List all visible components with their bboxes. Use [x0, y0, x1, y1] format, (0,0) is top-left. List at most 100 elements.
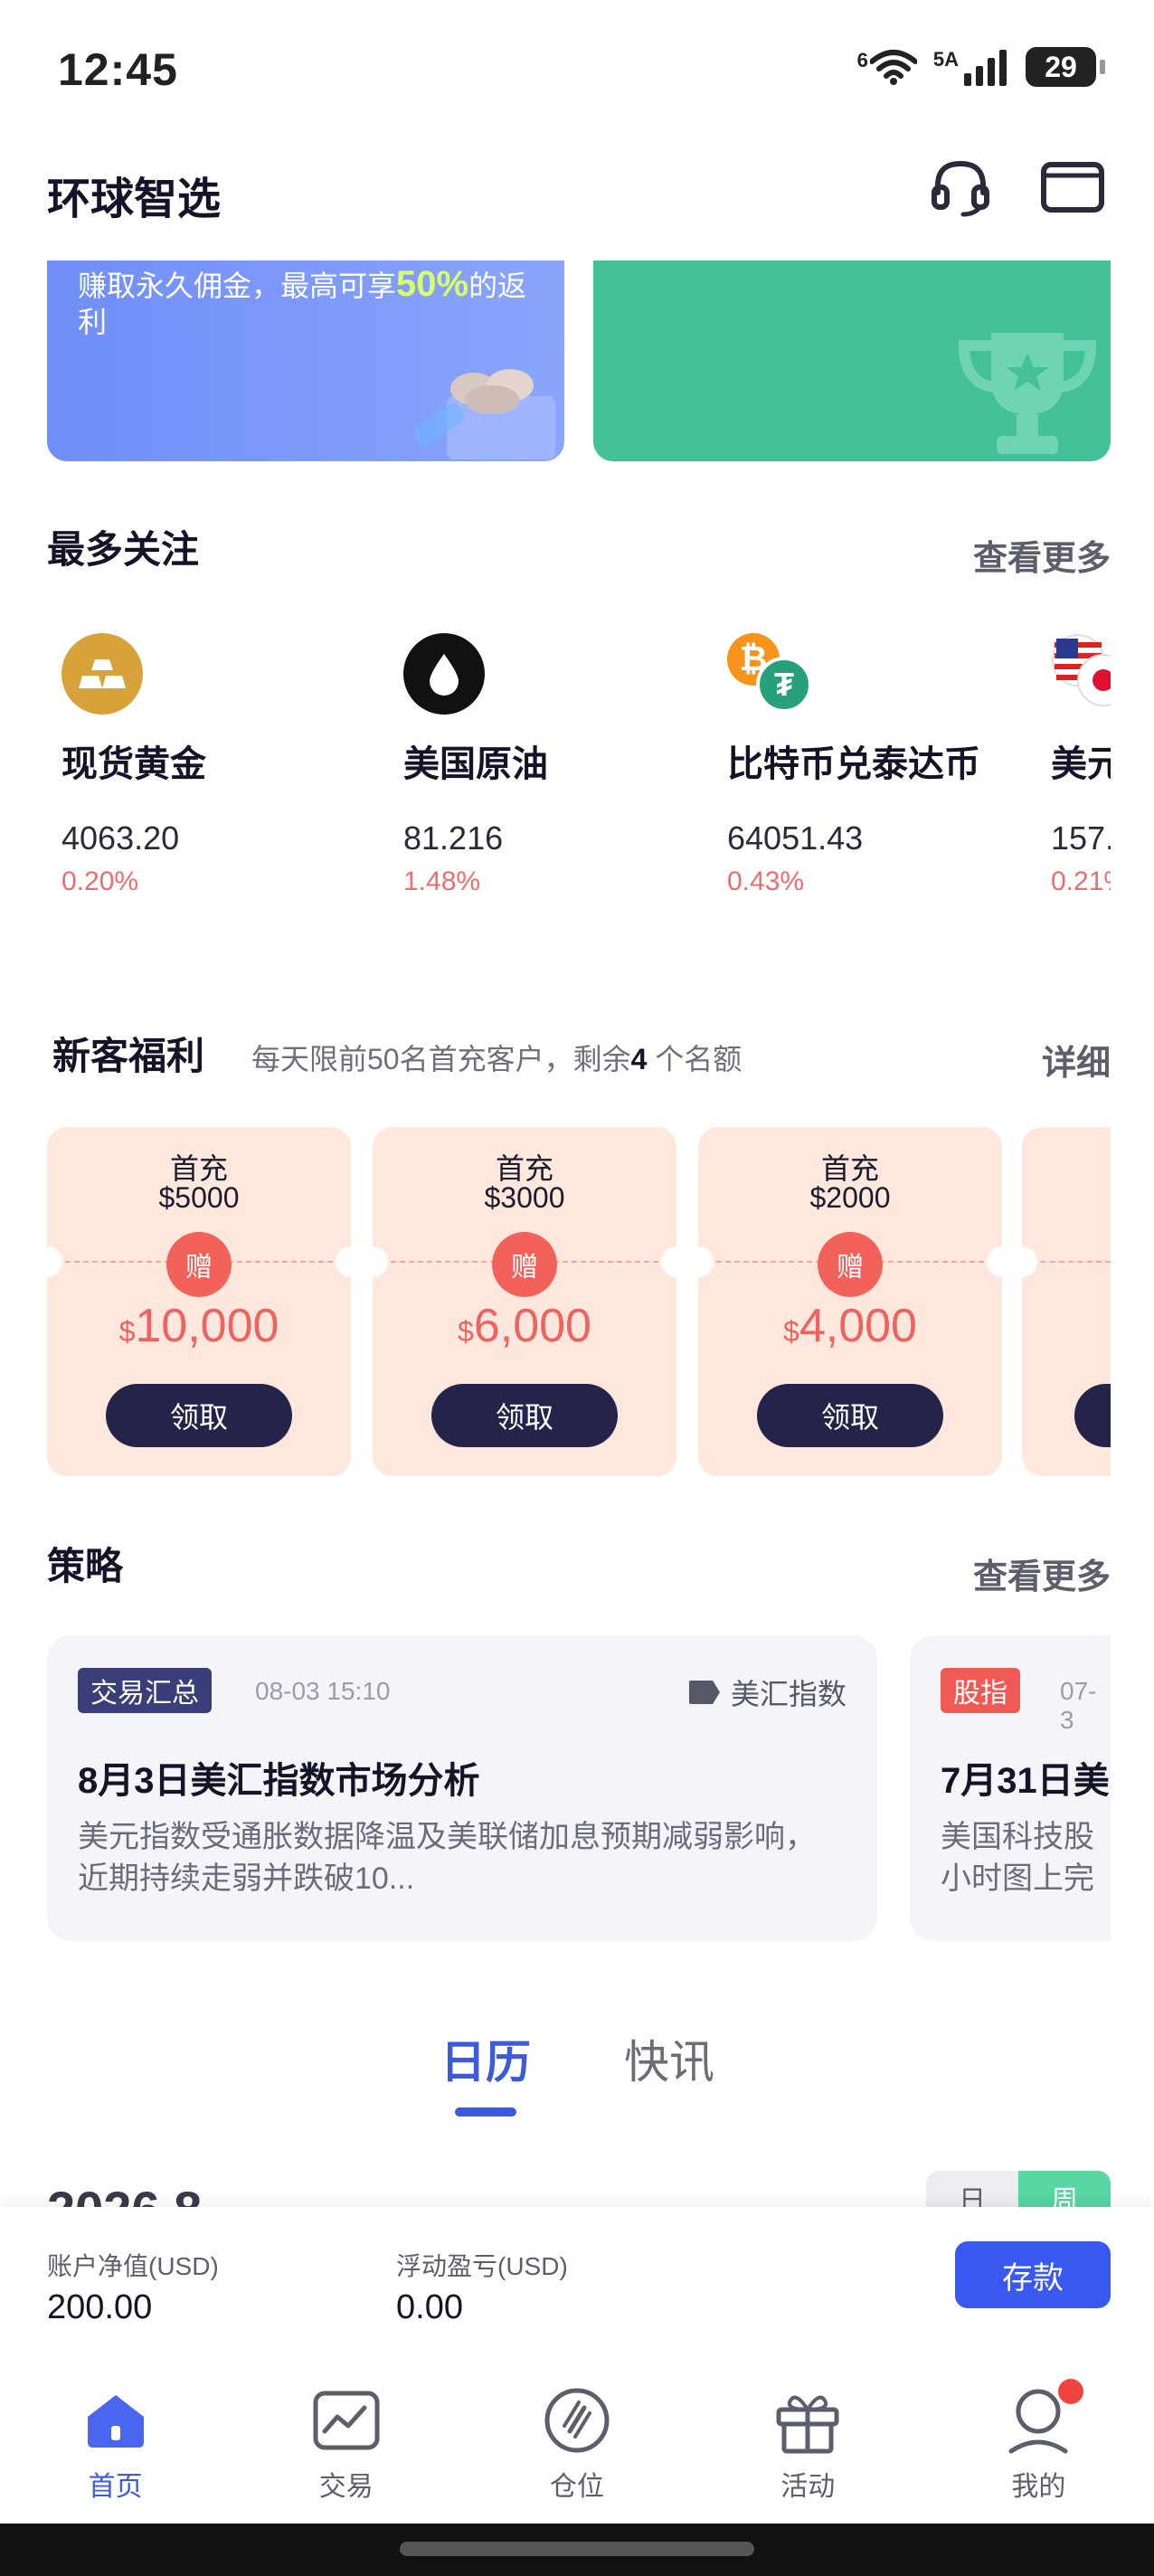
coupon-card: 首充 $3000 赠 $6,000 领取: [373, 1127, 676, 1476]
pnl-value: 0.00: [396, 2288, 463, 2326]
quote-change: 0.43%: [727, 867, 805, 896]
quote-card-usd-clip: 美元 157. 0.21%: [1051, 633, 1111, 923]
tab-calendar[interactable]: 日历: [440, 2026, 531, 2091]
coupon-amount: $10,000: [118, 1300, 279, 1352]
quote-card-btc[interactable]: ₿ ₮ 比特币兑泰达币 64051.43 0.43%: [727, 633, 1017, 897]
cell-signal-icon: 5A: [933, 48, 1009, 86]
coupon-card-partial: [1022, 1127, 1111, 1476]
coupon-label: 首充: [169, 1152, 228, 1185]
most-watched-more-link[interactable]: 查看更多: [973, 530, 1111, 580]
quote-change: 0.21%: [1051, 867, 1111, 896]
home-icon: [80, 2384, 152, 2457]
nav-activity[interactable]: 活动: [693, 2368, 923, 2524]
coupon-label: 首充: [820, 1152, 879, 1185]
status-time: 12:45: [58, 44, 178, 95]
coupon-card: 首充 $2000 赠 $4,000 领取: [698, 1127, 1002, 1476]
strategy-more-link[interactable]: 查看更多: [973, 1548, 1111, 1598]
strategy-tag: 股指: [941, 1668, 1020, 1713]
quote-card-gold[interactable]: 现货黄金 4063.20 0.20%: [61, 633, 351, 897]
nav-position[interactable]: 仓位: [461, 2368, 692, 2524]
nav-label: 活动: [780, 2472, 836, 2502]
quote-name: 美国原油: [403, 744, 548, 784]
welfare-remaining-count: 4: [630, 1043, 648, 1075]
section-title-strategy: 策略: [47, 1545, 124, 1587]
nav-label: 交易: [318, 2472, 374, 2502]
battery-icon: 29: [1026, 47, 1105, 87]
status-icons: 6 5A 29: [857, 47, 1105, 87]
banner-text: 赚取永久佣金，最高可享50%的返利: [78, 264, 527, 338]
coupon-threshold: $5000: [158, 1181, 240, 1214]
strategy-category: 美汇指数: [687, 1672, 847, 1713]
position-icon: [541, 2384, 613, 2457]
claim-button[interactable]: 领取: [106, 1384, 292, 1447]
gift-box-illustration: [412, 369, 555, 459]
quote-change: 1.48%: [403, 867, 481, 896]
wifi-icon: 6: [857, 49, 917, 85]
quote-price: 64051.43: [727, 819, 864, 857]
page-title: 环球智选: [47, 175, 222, 223]
strategy-card[interactable]: 交易汇总 08-03 15:10 美汇指数 8月3日美汇指数市场分析 美元指数受…: [47, 1635, 877, 1941]
promo-banner-commission[interactable]: 赚取永久佣金，最高可享50%的返利: [47, 260, 564, 461]
mail-icon[interactable]: [1038, 152, 1107, 221]
strategy-desc: 美元指数受通胀数据降温及美联储加息预期减弱影响，近期持续走弱并跌破10...: [78, 1820, 816, 1896]
nav-label: 我的: [1011, 2472, 1066, 2502]
equity-value: 200.00: [47, 2288, 153, 2326]
coupon-amount: $6,000: [458, 1300, 591, 1352]
home-indicator[interactable]: [400, 2542, 754, 2556]
notification-dot: [1058, 2379, 1084, 2404]
cell-label: 5A: [932, 48, 959, 71]
trade-chart-icon: [310, 2384, 383, 2457]
account-summary-bar: 账户净值(USD) 200.00 浮动盈亏(USD) 0.00 存款: [0, 2207, 1154, 2368]
claim-button-partial[interactable]: [1074, 1384, 1111, 1447]
quote-name: 比特币兑泰达币: [727, 744, 980, 784]
nav-home[interactable]: 首页: [0, 2368, 231, 2524]
quote-card-usd[interactable]: 美元 157. 0.21%: [1051, 633, 1111, 897]
coupon-label: 首充: [495, 1152, 553, 1185]
section-title-most-watched: 最多关注: [47, 528, 200, 571]
strategy-time: 08-03 15:10: [255, 1677, 391, 1705]
welfare-detail-link[interactable]: 详细: [1042, 1035, 1111, 1084]
tag-icon: [688, 1681, 720, 1704]
bitcoin-tether-icon: ₿ ₮: [727, 633, 814, 715]
quote-card-oil[interactable]: 美国原油 81.216 1.48%: [403, 633, 693, 897]
coupon-amount: $4,000: [783, 1300, 917, 1352]
quote-name: 现货黄金: [61, 744, 206, 784]
quote-price: 4063.20: [61, 819, 180, 857]
gold-icon: [61, 633, 143, 715]
quote-price: 157.: [1051, 819, 1111, 857]
tab-underline: [455, 2107, 516, 2117]
wifi-label: 6: [856, 49, 868, 71]
deposit-button[interactable]: 存款: [955, 2241, 1111, 2308]
strategy-desc: 美国科技股小时图上完: [941, 1820, 1094, 1896]
bottom-nav: 首页 交易 仓位 活动 我的: [0, 2368, 1154, 2524]
coupon-threshold: $3000: [484, 1181, 565, 1214]
quote-name: 美元: [1051, 744, 1111, 784]
nav-trade[interactable]: 交易: [231, 2368, 461, 2524]
oil-drop-icon: [403, 633, 485, 715]
strategy-title: 7月31日美: [941, 1761, 1110, 1801]
headset-icon[interactable]: [926, 152, 995, 221]
quote-change: 0.20%: [61, 867, 139, 896]
gift-badge: 赠: [492, 1232, 557, 1297]
gift-badge: 赠: [166, 1232, 232, 1297]
coupon-threshold: $2000: [809, 1181, 891, 1214]
quote-price: 81.216: [403, 819, 504, 857]
promo-banner-trophy[interactable]: [593, 260, 1111, 461]
trophy-icon: [958, 333, 1097, 454]
us-jp-flag-icon: [1051, 633, 1111, 715]
claim-button[interactable]: 领取: [757, 1384, 943, 1447]
pnl-label: 浮动盈亏(USD): [396, 2252, 568, 2280]
banner-highlight: 50%: [396, 264, 469, 304]
nav-mine[interactable]: 我的: [923, 2368, 1154, 2524]
strategy-tag: 交易汇总: [78, 1668, 212, 1713]
nav-label: 仓位: [550, 2472, 604, 2502]
strategy-card-partial[interactable]: 股指 07-3 7月31日美 美国科技股小时图上完: [910, 1635, 1111, 1941]
tab-news[interactable]: 快讯: [624, 2026, 714, 2091]
gift-badge: 赠: [818, 1232, 883, 1297]
coupon-card: 首充 $5000 赠 $10,000 领取: [47, 1127, 351, 1476]
welfare-subtitle: 每天限前50名首充客户，剩余4 个名额: [251, 1043, 743, 1075]
strategy-time: 07-3: [1060, 1677, 1097, 1734]
strategy-title: 8月3日美汇指数市场分析: [78, 1761, 480, 1801]
claim-button[interactable]: 领取: [431, 1384, 618, 1447]
gift-icon: [771, 2384, 844, 2457]
